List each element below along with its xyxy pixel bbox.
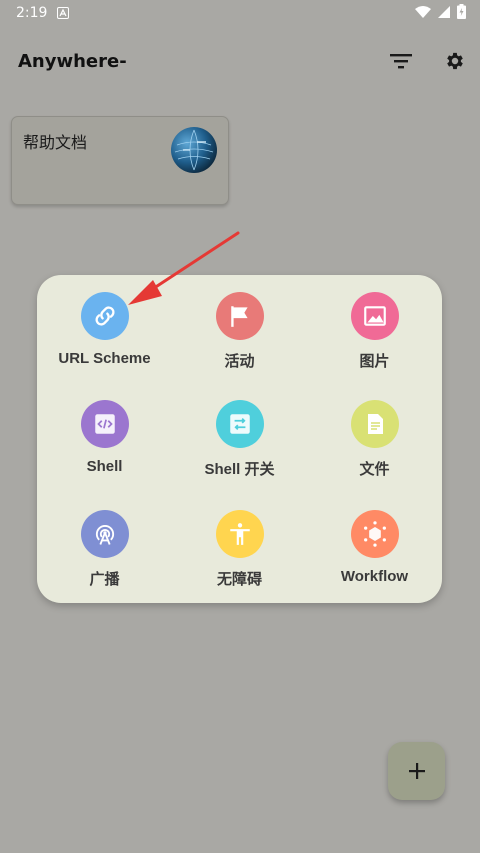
code-icon xyxy=(94,414,115,434)
link-icon xyxy=(94,306,115,326)
plus-icon xyxy=(408,763,425,779)
tile-label-accessibility: 无障碍 xyxy=(216,571,262,588)
app-bar: Anywhere- xyxy=(0,40,480,82)
help-doc-card[interactable]: 帮助文档 xyxy=(11,116,229,205)
signal-icon xyxy=(437,4,451,23)
swap-icon xyxy=(229,414,250,434)
help-doc-title: 帮助文档 xyxy=(23,133,88,152)
tile-file[interactable]: 文件 xyxy=(307,400,442,500)
tile-label-image: 图片 xyxy=(359,353,390,370)
wifi-icon xyxy=(415,4,431,23)
workflow-circle xyxy=(350,510,399,558)
flag-icon xyxy=(230,306,248,327)
tile-label-shell-switch: Shell 开关 xyxy=(204,461,275,478)
tile-label-activity: 活动 xyxy=(224,353,255,370)
status-right xyxy=(415,3,466,23)
accessibility-icon xyxy=(229,523,250,545)
status-time: 2:19 xyxy=(16,5,48,21)
broadcast-icon xyxy=(95,525,114,545)
tile-image[interactable]: 图片 xyxy=(307,292,442,392)
workflow-icon xyxy=(363,521,386,547)
image-circle xyxy=(350,292,399,340)
tile-label-workflow: Workflow xyxy=(340,568,409,585)
tile-label-url-scheme: URL Scheme xyxy=(58,350,151,367)
tile-activity[interactable]: 活动 xyxy=(172,292,307,392)
shell-switch-circle xyxy=(215,400,264,448)
activity-circle xyxy=(215,292,264,340)
tile-workflow[interactable]: Workflow xyxy=(307,510,442,610)
tile-label-shell: Shell xyxy=(86,458,123,475)
broadcast-circle xyxy=(80,510,129,558)
tile-shell-switch[interactable]: Shell 开关 xyxy=(172,400,307,500)
file-circle xyxy=(350,400,399,448)
notification-a-icon xyxy=(57,4,70,23)
app-actions xyxy=(388,48,468,74)
tile-shell[interactable]: Shell xyxy=(37,400,172,500)
image-icon xyxy=(363,306,386,326)
tile-accessibility[interactable]: 无障碍 xyxy=(172,510,307,610)
battery-icon xyxy=(457,3,466,23)
tile-broadcast[interactable]: 广播 xyxy=(37,510,172,610)
filter-button[interactable] xyxy=(388,48,414,74)
status-left: 2:19 xyxy=(16,4,70,23)
tile-label-file: 文件 xyxy=(359,461,390,478)
add-button[interactable] xyxy=(388,742,445,800)
file-icon xyxy=(367,414,383,434)
gear-icon xyxy=(447,52,463,70)
globe-thumbnail xyxy=(171,127,217,173)
shell-circle xyxy=(80,400,129,448)
tile-label-broadcast: 广播 xyxy=(89,571,120,588)
url-scheme-circle xyxy=(80,292,129,340)
filter-icon xyxy=(390,54,412,69)
settings-button[interactable] xyxy=(442,48,468,74)
status-bar: 2:19 xyxy=(0,0,480,26)
accessibility-circle xyxy=(215,510,264,558)
tile-url-scheme[interactable]: URL Scheme xyxy=(37,292,172,392)
app-title: Anywhere- xyxy=(18,50,127,72)
action-panel: URL Scheme 活动 图片 Shell Shell 开关 文件 广播 无障… xyxy=(37,275,442,603)
